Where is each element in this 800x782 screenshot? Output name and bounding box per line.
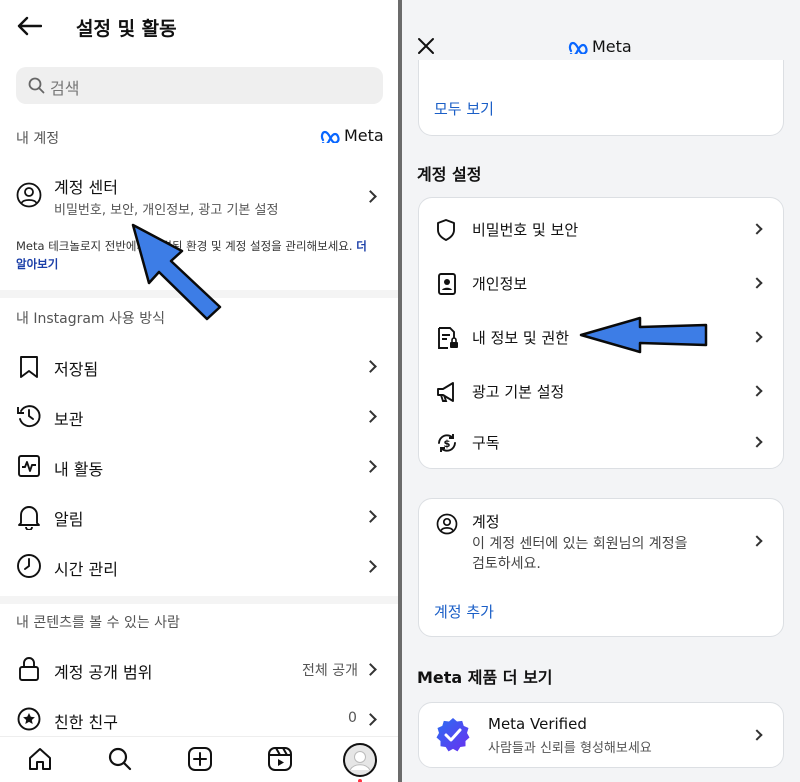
user-circle-icon bbox=[16, 182, 42, 208]
search-icon bbox=[28, 77, 45, 94]
accounts-title: 계정 bbox=[472, 513, 500, 531]
chevron-right-icon bbox=[751, 535, 763, 547]
chevron-right-icon bbox=[364, 190, 377, 203]
chevron-right-icon bbox=[751, 436, 763, 448]
close-friends-label: 친한 친구 bbox=[54, 713, 118, 732]
activity-item[interactable]: 내 활동 bbox=[0, 446, 398, 486]
svg-text:$: $ bbox=[444, 439, 451, 450]
accounts-item[interactable]: 계정 이 계정 센터에 있는 회원님의 계정을 검토하세요. bbox=[419, 499, 783, 583]
accounts-card: 계정 이 계정 센터에 있는 회원님의 계정을 검토하세요. 계정 추가 bbox=[418, 498, 784, 637]
my-account-section-label: 내 계정 bbox=[16, 131, 60, 147]
meta-logo: Meta bbox=[568, 37, 632, 56]
archive-label: 보관 bbox=[54, 410, 84, 429]
section-divider bbox=[0, 596, 398, 604]
lock-icon bbox=[17, 656, 41, 682]
meta-verified-title: Meta Verified bbox=[488, 715, 587, 733]
chevron-right-icon bbox=[364, 410, 377, 423]
shield-icon bbox=[435, 218, 457, 242]
ad-preferences-item[interactable]: 광고 기본 설정 bbox=[419, 366, 783, 418]
ad-preferences-label: 광고 기본 설정 bbox=[472, 383, 565, 401]
content-section-label: 내 콘텐츠를 볼 수 있는 사람 bbox=[16, 615, 180, 631]
meta-verified-subtitle: 사람들과 신뢰를 형성해보세요 bbox=[488, 741, 652, 756]
clock-icon bbox=[16, 553, 42, 579]
chevron-right-icon bbox=[364, 713, 377, 726]
back-arrow-icon[interactable] bbox=[16, 16, 42, 36]
chevron-right-icon bbox=[751, 729, 763, 741]
info-permissions-label: 내 정보 및 권한 bbox=[472, 329, 570, 347]
chevron-right-icon bbox=[364, 663, 377, 676]
chevron-right-icon bbox=[751, 385, 763, 397]
meta-infinity-icon bbox=[568, 41, 588, 54]
saved-item[interactable]: 저장됨 bbox=[0, 346, 398, 386]
chevron-right-icon bbox=[364, 560, 377, 573]
account-privacy-item[interactable]: 계정 공개 범위 전체 공개 bbox=[0, 650, 398, 690]
subscription-item[interactable]: $ 구독 bbox=[419, 420, 783, 466]
home-icon[interactable] bbox=[27, 746, 53, 772]
profiles-card: 모두 보기 bbox=[418, 60, 784, 136]
search-placeholder: 검색 bbox=[50, 79, 80, 98]
password-security-item[interactable]: 비밀번호 및 보안 bbox=[419, 204, 783, 256]
id-card-icon bbox=[437, 272, 457, 296]
chevron-right-icon bbox=[751, 277, 763, 289]
activity-label: 내 활동 bbox=[54, 460, 104, 479]
account-privacy-label: 계정 공개 범위 bbox=[54, 663, 153, 682]
time-management-label: 시간 관리 bbox=[54, 560, 118, 579]
subscription-icon: $ bbox=[435, 431, 459, 455]
meta-verified-card[interactable]: Meta Verified 사람들과 신뢰를 형성해보세요 bbox=[418, 702, 784, 768]
search-input[interactable]: 검색 bbox=[16, 67, 383, 104]
add-account-link[interactable]: 계정 추가 bbox=[434, 601, 494, 622]
reels-icon[interactable] bbox=[267, 746, 293, 772]
notifications-label: 알림 bbox=[54, 510, 84, 529]
activity-icon bbox=[17, 454, 41, 478]
chevron-right-icon bbox=[751, 331, 763, 343]
archive-item[interactable]: 보관 bbox=[0, 396, 398, 436]
meta-logo-text: Meta bbox=[592, 37, 632, 56]
bookmark-icon bbox=[18, 355, 40, 379]
close-friends-count: 0 bbox=[348, 710, 357, 726]
more-products-section-label: Meta 제품 더 보기 bbox=[417, 668, 553, 687]
meta-infinity-icon bbox=[320, 130, 340, 143]
star-icon bbox=[17, 707, 41, 731]
see-all-link[interactable]: 모두 보기 bbox=[434, 98, 494, 119]
megaphone-icon bbox=[435, 380, 459, 404]
close-icon[interactable] bbox=[417, 37, 435, 55]
accounts-desc-line2: 검토하세요. bbox=[472, 556, 541, 572]
info-permissions-icon bbox=[436, 326, 460, 350]
meta-logo: Meta bbox=[320, 126, 384, 145]
close-friends-item[interactable]: 친한 친구 0 bbox=[0, 700, 398, 740]
account-settings-section-label: 계정 설정 bbox=[417, 165, 482, 184]
accounts-center-title: 계정 센터 bbox=[54, 178, 118, 197]
archive-icon bbox=[16, 403, 42, 429]
bottom-nav bbox=[0, 736, 398, 782]
create-icon[interactable] bbox=[187, 746, 213, 772]
chevron-right-icon bbox=[364, 460, 377, 473]
time-management-item[interactable]: 시간 관리 bbox=[0, 546, 398, 586]
chevron-right-icon bbox=[364, 360, 377, 373]
saved-label: 저장됨 bbox=[54, 360, 99, 379]
annotation-arrow bbox=[579, 316, 708, 354]
instagram-settings-panel: 설정 및 활동 검색 내 계정 Meta 계정 센터 비밀번호, 보안, 개인정… bbox=[0, 0, 398, 782]
subscription-label: 구독 bbox=[472, 434, 500, 452]
page-title: 설정 및 활동 bbox=[76, 18, 177, 40]
chevron-right-icon bbox=[364, 510, 377, 523]
annotation-arrow bbox=[131, 223, 222, 321]
personal-info-label: 개인정보 bbox=[472, 275, 528, 293]
accounts-center-panel: Meta 모두 보기 계정 설정 비밀번호 및 보안 개인정보 내 정보 및 권… bbox=[402, 0, 800, 782]
bell-icon bbox=[17, 504, 41, 530]
chevron-right-icon bbox=[751, 223, 763, 235]
accounts-desc-line1: 이 계정 센터에 있는 회원님의 계정을 bbox=[472, 536, 688, 552]
personal-info-item[interactable]: 개인정보 bbox=[419, 258, 783, 310]
password-security-label: 비밀번호 및 보안 bbox=[472, 221, 579, 239]
notifications-item[interactable]: 알림 bbox=[0, 496, 398, 536]
user-circle-icon bbox=[436, 513, 458, 535]
search-icon[interactable] bbox=[107, 746, 133, 772]
account-privacy-value: 전체 공개 bbox=[302, 663, 358, 679]
verified-badge-icon bbox=[435, 717, 471, 753]
profile-icon[interactable] bbox=[343, 743, 377, 782]
meta-logo-text: Meta bbox=[344, 126, 384, 145]
